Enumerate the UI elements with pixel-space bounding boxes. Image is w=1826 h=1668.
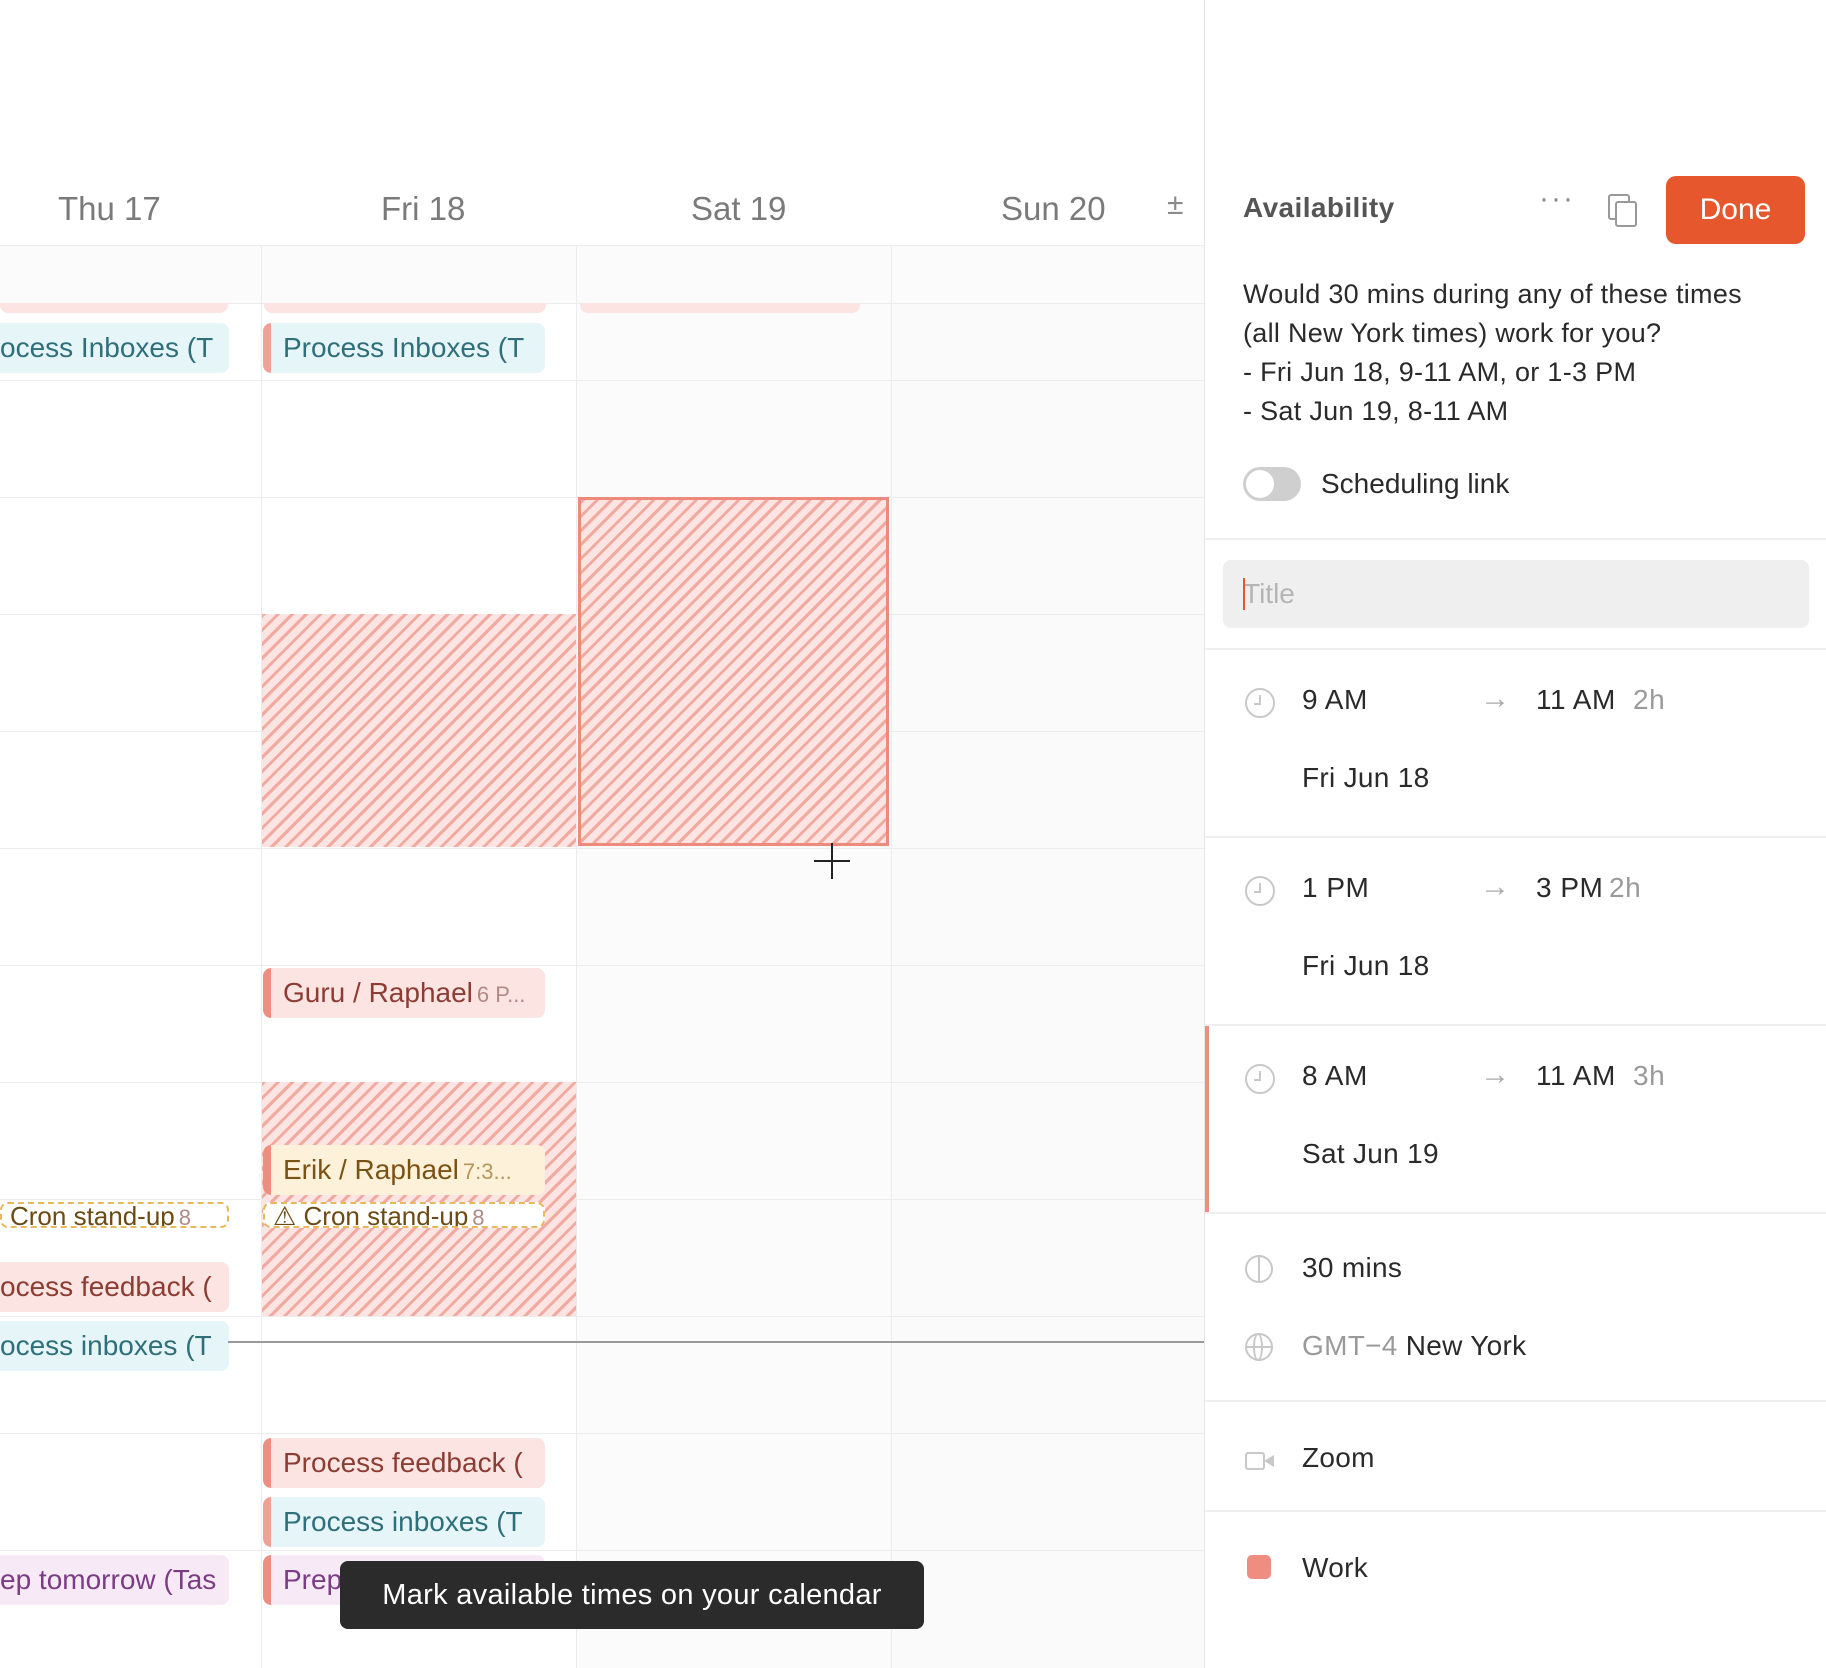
duration-icon [1245, 1255, 1273, 1283]
event-time: 6 P... [476, 982, 526, 1007]
time-slot-3[interactable]: 8 AM → 11 AM 3h Sat Jun 19 [1205, 1026, 1826, 1214]
event-overflow [264, 303, 546, 313]
time-slot-2[interactable]: 1 PM → 3 PM 2h Fri Jun 18 [1205, 838, 1826, 1026]
all-day-row [0, 246, 1204, 303]
clock-icon [1245, 688, 1275, 718]
scheduling-link-toggle[interactable] [1243, 467, 1301, 501]
event-prep-tomorrow-thu[interactable]: ep tomorrow (Tas [0, 1555, 229, 1605]
day-header-fri[interactable]: Fri 18 [381, 190, 465, 228]
availability-block-fri-morning[interactable] [262, 614, 576, 847]
arrow-right-icon: → [1480, 870, 1510, 903]
grid-line [0, 380, 1204, 381]
tooltip: Mark available times on your calendar [340, 1561, 924, 1629]
slot-date[interactable]: Sat Jun 19 [1302, 1138, 1439, 1170]
slot-start[interactable]: 8 AM [1302, 1060, 1368, 1092]
slot-end[interactable]: 3 PM [1536, 872, 1603, 904]
event-process-feedback-thu[interactable]: ocess feedback ( [0, 1262, 229, 1312]
timezone-offset: GMT−4 [1302, 1330, 1398, 1361]
event-process-inboxes-fri[interactable]: Process Inboxes (T [263, 323, 545, 373]
event-overflow [580, 303, 860, 313]
event-cron-standup-fri[interactable]: ⚠ Cron stand-up 8 [263, 1202, 545, 1228]
conferencing-option[interactable]: Zoom [1302, 1442, 1375, 1474]
slot-date[interactable]: Fri Jun 18 [1302, 762, 1430, 794]
availability-block-sat-selected[interactable] [578, 497, 889, 846]
copy-icon[interactable] [1608, 194, 1637, 227]
done-button[interactable]: Done [1666, 176, 1805, 244]
event-cron-standup-thu[interactable]: Cron stand-up 8 [0, 1202, 229, 1228]
title-input[interactable] [1223, 560, 1809, 628]
grid-line [0, 965, 1204, 966]
grid-line [0, 1550, 1204, 1551]
divider [1205, 1400, 1826, 1402]
saturday-column [577, 246, 892, 1668]
timezone[interactable]: GMT−4 New York [1302, 1330, 1526, 1362]
clock-icon [1245, 1064, 1275, 1094]
slot-date[interactable]: Fri Jun 18 [1302, 950, 1430, 982]
event-process-feedback-fri[interactable]: Process feedback ( [263, 1438, 545, 1488]
event-title: Erik / Raphael [283, 1154, 459, 1185]
column-divider [576, 246, 577, 1668]
scheduling-link-label: Scheduling link [1321, 468, 1510, 499]
day-header-sat[interactable]: Sat 19 [691, 190, 786, 228]
grid-line [0, 1199, 1204, 1200]
grid-line [0, 1082, 1204, 1083]
slot-duration: 2h [1609, 872, 1642, 903]
event-title: Cron stand-up [10, 1202, 175, 1228]
message-line: Would 30 mins during any of these times [1243, 279, 1742, 309]
divider [1205, 538, 1826, 540]
slot-duration: 3h [1633, 1060, 1666, 1091]
zoom-toggle-button[interactable]: ± [1167, 188, 1183, 222]
availability-message[interactable]: Would 30 mins during any of these times … [1243, 275, 1803, 431]
event-time: 8 [472, 1205, 485, 1228]
day-header-thu[interactable]: Thu 17 [58, 190, 161, 228]
arrow-right-icon: → [1480, 682, 1510, 715]
column-divider [891, 246, 892, 1668]
calendar-name[interactable]: Work [1302, 1552, 1368, 1584]
event-time: 7:3... [462, 1159, 512, 1184]
availability-block-fri-afternoon[interactable] [262, 1082, 576, 1316]
column-divider [261, 246, 262, 1668]
event-overflow [0, 303, 228, 313]
message-line: - Sat Jun 19, 8-11 AM [1243, 396, 1509, 426]
event-process-inboxes-thu-2[interactable]: ocess inboxes (T [0, 1321, 229, 1371]
event-erik-raphael[interactable]: Erik / Raphael 7:3... [263, 1145, 545, 1195]
message-line: (all New York times) work for you? [1243, 318, 1662, 348]
meeting-duration[interactable]: 30 mins [1302, 1252, 1402, 1284]
event-process-inboxes-fri-2[interactable]: Process inboxes (T [263, 1497, 545, 1547]
slot-start[interactable]: 1 PM [1302, 872, 1369, 904]
grid-line [0, 1433, 1204, 1434]
globe-icon [1245, 1333, 1273, 1361]
arrow-right-icon: → [1480, 1058, 1510, 1091]
more-options-button[interactable]: ··· [1539, 182, 1575, 216]
divider [1205, 1510, 1826, 1512]
event-title: ⚠ Cron stand-up [273, 1202, 469, 1228]
video-camera-icon [1245, 1448, 1275, 1474]
time-slot-1[interactable]: 9 AM → 11 AM 2h Fri Jun 18 [1205, 650, 1826, 838]
crosshair-cursor-icon [814, 843, 850, 879]
text-caret [1243, 578, 1245, 610]
divider [1205, 1212, 1826, 1214]
grid-line [0, 848, 1204, 849]
event-time: 8 [178, 1205, 192, 1228]
clock-icon [1245, 876, 1275, 906]
event-process-inboxes-thu[interactable]: ocess Inboxes (T [0, 323, 229, 373]
message-line: - Fri Jun 18, 9-11 AM, or 1-3 PM [1243, 357, 1637, 387]
slot-duration: 2h [1633, 684, 1666, 715]
event-guru-raphael[interactable]: Guru / Raphael 6 P... [263, 968, 545, 1018]
grid-line [0, 245, 1204, 246]
grid-line [0, 1316, 1204, 1317]
slot-end[interactable]: 11 AM [1536, 684, 1616, 716]
calendar-grid[interactable]: Thu 17 Fri 18 Sat 19 Sun 20 ± ocess Inbo… [0, 0, 1204, 1668]
timezone-name: New York [1405, 1330, 1527, 1361]
current-time-line [228, 1341, 1204, 1343]
panel-title: Availability [1243, 192, 1395, 223]
sunday-column [892, 246, 1204, 1668]
availability-panel: Availability ··· Done Would 30 mins duri… [1204, 0, 1826, 1668]
day-header-sun[interactable]: Sun 20 [1001, 190, 1106, 228]
slot-end[interactable]: 11 AM [1536, 1060, 1616, 1092]
slot-start[interactable]: 9 AM [1302, 684, 1368, 716]
calendar-color-swatch [1247, 1555, 1271, 1579]
event-title: Guru / Raphael [283, 977, 473, 1008]
